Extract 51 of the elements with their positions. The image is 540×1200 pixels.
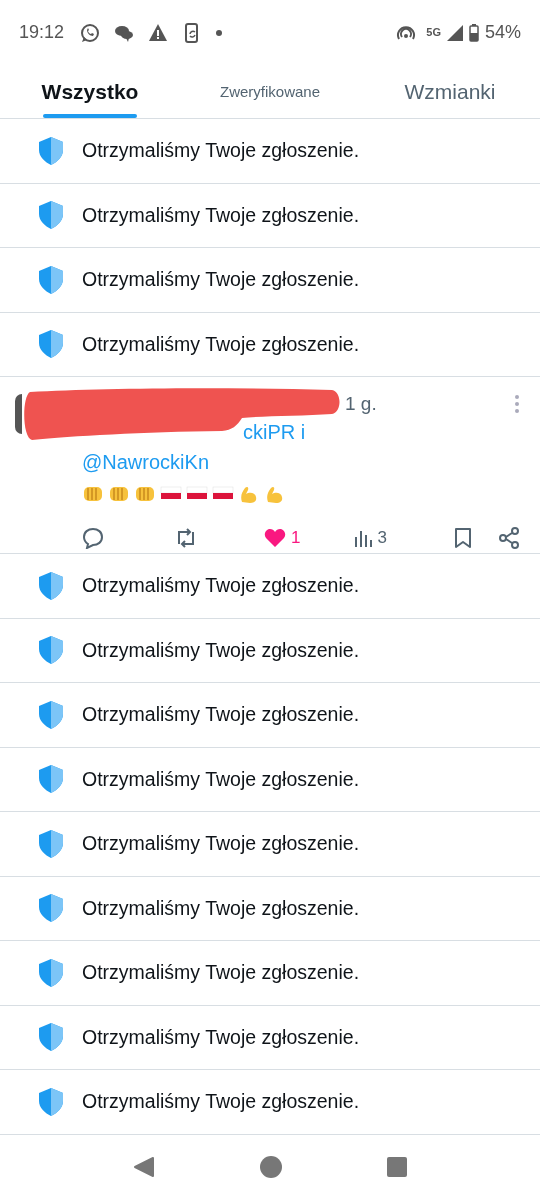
notification-text: Otrzymaliśmy Twoje zgłoszenie. [82,573,360,599]
post-time: 1 g. [345,391,377,416]
shield-icon [37,1085,65,1118]
notification-text: Otrzymaliśmy Twoje zgłoszenie. [82,766,360,792]
network-type: 5G [426,27,441,39]
notification-text: Otrzymaliśmy Twoje zgłoszenie. [82,1024,360,1050]
notification-text: Otrzymaliśmy Twoje zgłoszenie. [82,637,360,663]
reply-icon[interactable] [82,527,104,550]
notification-text: Otrzymaliśmy Twoje zgłoszenie. [82,960,360,986]
notification-text: Otrzymaliśmy Twoje zgłoszenie. [82,831,360,857]
notification-text: Otrzymaliśmy Twoje zgłoszenie. [82,202,360,228]
back-icon[interactable] [132,1156,155,1179]
battery-level: 54% [484,21,521,45]
shield-icon [37,199,65,232]
dot-icon [216,29,223,36]
share-icon[interactable] [498,527,520,550]
shield-icon [37,698,65,731]
mention-link[interactable]: ckiPR i [243,417,306,448]
notification-text: Otrzymaliśmy Twoje zgłoszenie. [82,331,360,357]
heart-icon [264,528,286,549]
home-icon[interactable] [260,1156,282,1179]
bar-chart-icon [354,529,373,548]
shield-icon [37,569,65,602]
battery-icon [468,23,479,42]
notification-text: Otrzymaliśmy Twoje zgłoszenie. [82,267,360,293]
tab[interactable]: Wszystko [0,65,180,119]
signal-icon [446,24,463,41]
shield-icon [37,956,65,989]
hotspot-icon [396,24,417,41]
whatsapp-icon [80,22,101,43]
notification-text: Otrzymaliśmy Twoje zgłoszenie. [82,702,360,728]
warning-icon [148,22,169,43]
shield-icon [37,634,65,667]
shield-icon [37,763,65,796]
tab[interactable]: Wzmianki [360,65,540,119]
shield-icon [37,1021,65,1054]
shield-icon [37,134,65,167]
bookmark-icon[interactable] [454,527,472,550]
avatar[interactable] [15,394,22,435]
shield-icon [37,263,65,296]
notification-text: Otrzymaliśmy Twoje zgłoszenie. [82,138,360,164]
shield-icon [37,892,65,925]
status-time: 19:12 [19,21,65,45]
views-button[interactable]: 3 [354,525,387,551]
like-button[interactable]: 1 [264,525,301,551]
notification-text: Otrzymaliśmy Twoje zgłoszenie. [82,895,360,921]
notification-text: Otrzymaliśmy Twoje zgłoszenie. [82,1089,360,1115]
shield-icon [37,827,65,860]
recents-icon[interactable] [387,1157,408,1178]
shield-icon [37,328,65,361]
tab[interactable]: Zweryfikowane [180,65,360,119]
